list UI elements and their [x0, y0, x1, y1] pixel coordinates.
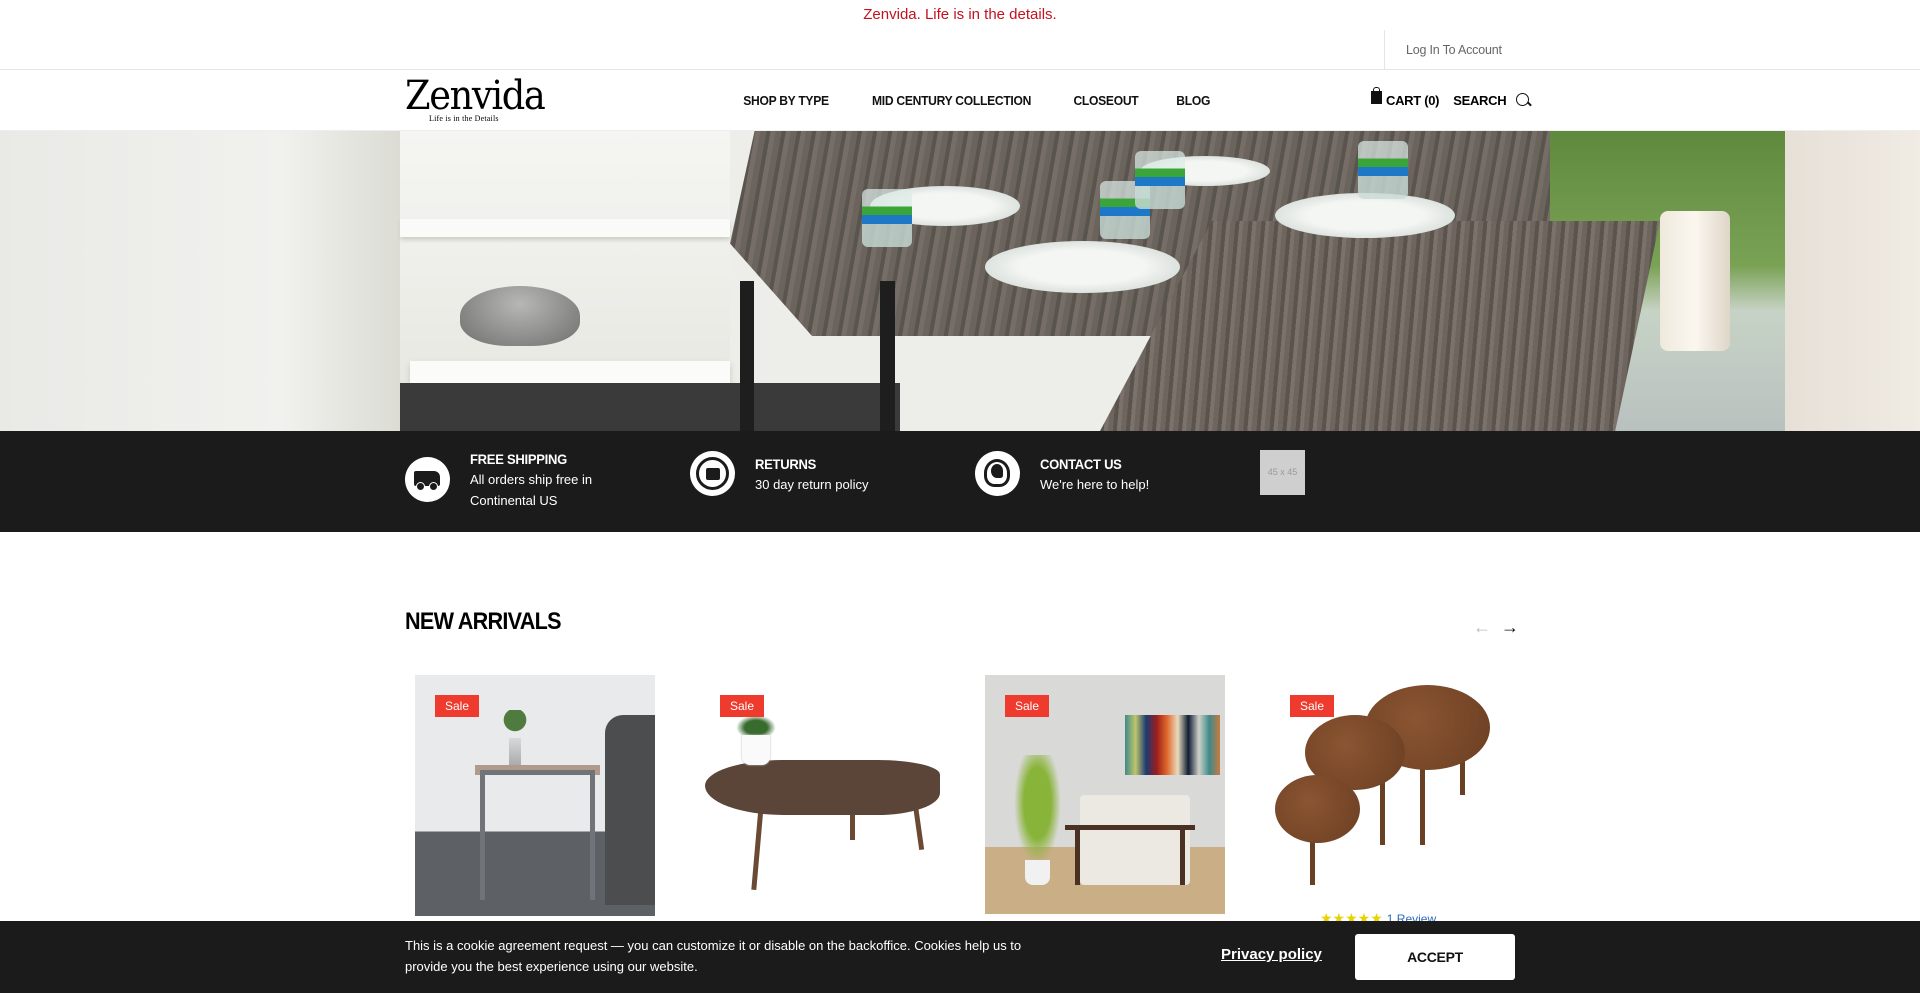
- nav-closeout[interactable]: CLOSEOUT: [1074, 93, 1139, 108]
- arrow-left-icon[interactable]: ←: [1473, 617, 1491, 638]
- sale-badge: Sale: [1005, 695, 1050, 717]
- product-image[interactable]: Sale: [415, 675, 655, 916]
- image-placeholder: 45 x 45: [1260, 450, 1305, 495]
- feature-contact[interactable]: CONTACT US We're here to help!: [975, 431, 1190, 532]
- nav-mid-century-collection[interactable]: MID CENTURY COLLECTION: [872, 93, 1031, 108]
- sale-badge: Sale: [435, 695, 480, 717]
- nav-blog[interactable]: BLOG: [1176, 93, 1210, 108]
- truck-icon: [405, 457, 450, 502]
- feature-desc: All orders ship free in Continental US: [470, 472, 593, 508]
- feature-title: FREE SHIPPING: [470, 451, 567, 467]
- feature-desc: 30 day return policy: [755, 477, 869, 492]
- logo-wordmark: Zenvida: [405, 73, 546, 119]
- nav-shop-by-type[interactable]: SHOP BY TYPE: [743, 93, 829, 108]
- hero-image: [0, 131, 400, 431]
- announcement-bar: Zenvida. Life is in the details.: [863, 6, 1057, 23]
- feature-returns: RETURNS 30 day return policy: [690, 431, 905, 532]
- search-icon[interactable]: [1516, 93, 1531, 108]
- site-header: Zenvida Life is in the Details SHOP BY T…: [0, 70, 1920, 131]
- feature-title: RETURNS: [755, 456, 816, 472]
- feature-title: CONTACT US: [1040, 456, 1122, 472]
- product-image[interactable]: Sale: [1270, 675, 1510, 910]
- header-tools: CART (0) SEARCH: [1371, 70, 1531, 131]
- product-image[interactable]: Sale: [985, 675, 1225, 914]
- returns-icon: [690, 451, 735, 496]
- accept-cookies-button[interactable]: ACCEPT: [1355, 934, 1515, 980]
- product-image[interactable]: Sale: [700, 675, 940, 916]
- main-nav: SHOP BY TYPE MID CENTURY COLLECTION CLOS…: [740, 70, 1211, 131]
- features-bar: FREE SHIPPING All orders ship free in Co…: [0, 431, 1920, 532]
- login-link[interactable]: Log In To Account: [1384, 30, 1502, 70]
- search-link[interactable]: SEARCH: [1453, 93, 1506, 108]
- cookie-message: This is a cookie agreement request — you…: [405, 938, 1022, 974]
- feature-desc: We're here to help!: [1040, 477, 1150, 492]
- sale-badge: Sale: [720, 695, 765, 717]
- cookie-banner: This is a cookie agreement request — you…: [0, 921, 1920, 993]
- account-bar: Log In To Account: [0, 30, 1920, 70]
- arrow-right-icon[interactable]: →: [1501, 617, 1519, 638]
- logo[interactable]: Zenvida Life is in the Details: [405, 73, 546, 123]
- privacy-policy-link[interactable]: Privacy policy: [1221, 946, 1322, 963]
- headset-icon: [975, 451, 1020, 496]
- section-title: NEW ARRIVALS: [405, 608, 561, 635]
- carousel-arrows: ← →: [1473, 617, 1519, 638]
- hero-slider: [0, 131, 1920, 431]
- feature-free-shipping: FREE SHIPPING All orders ship free in Co…: [405, 431, 620, 532]
- shopping-bag-icon: [1371, 87, 1382, 104]
- cart-link[interactable]: CART (0): [1386, 93, 1440, 108]
- sale-badge: Sale: [1290, 695, 1335, 717]
